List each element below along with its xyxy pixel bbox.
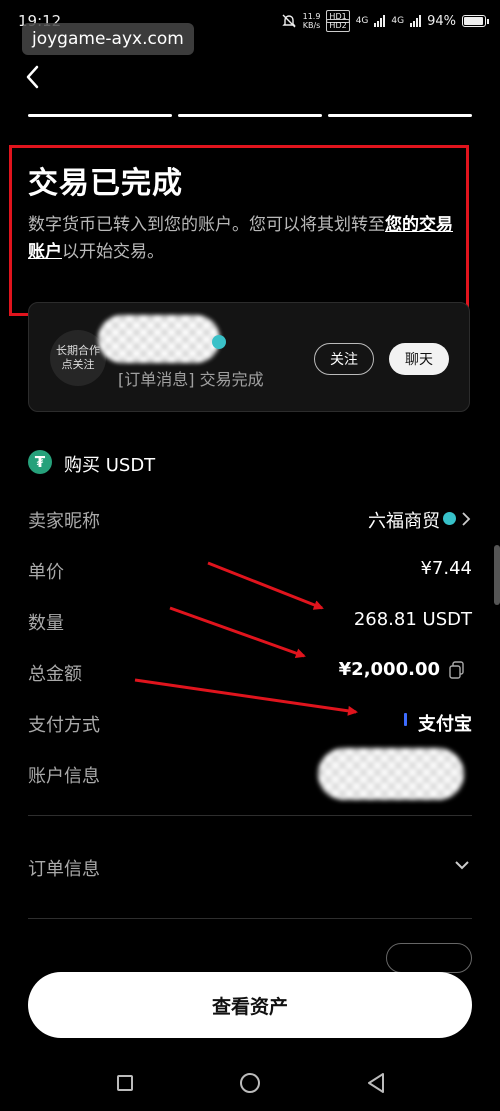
annotation-arrow: [207, 561, 324, 610]
view-assets-button[interactable]: 查看资产: [28, 972, 472, 1038]
annotation-arrows: [134, 561, 358, 716]
annotation-arrow: [169, 606, 306, 659]
recent-apps-icon[interactable]: [117, 1075, 133, 1091]
nav-back-icon[interactable]: [366, 1072, 386, 1094]
home-icon[interactable]: [240, 1073, 260, 1093]
annotation-arrow: [134, 678, 358, 716]
side-scroll-handle[interactable]: [494, 545, 500, 605]
